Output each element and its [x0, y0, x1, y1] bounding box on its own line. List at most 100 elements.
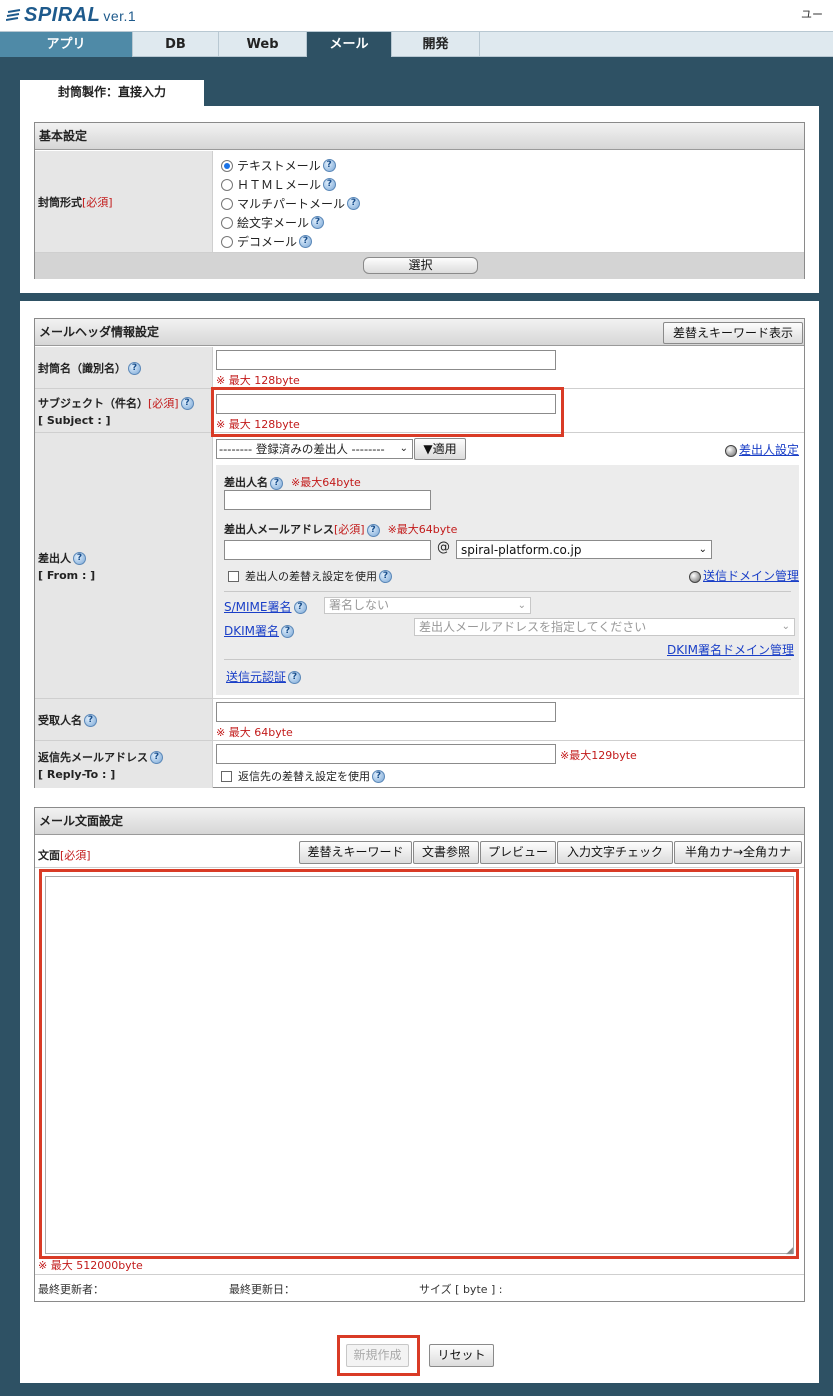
envelope-name-row: 封筒名（識別名）? ※ 最大 128byte: [35, 347, 804, 389]
help-icon[interactable]: ?: [128, 362, 141, 375]
recipient-input[interactable]: [216, 702, 556, 722]
kana-convert-button[interactable]: 半角カナ→全角カナ: [674, 841, 802, 864]
dkim-select[interactable]: 差出人メールアドレスを指定してください ⌄: [414, 618, 795, 636]
highlight-body: [39, 869, 799, 1259]
recipient-note: ※ 最大 64byte: [216, 726, 293, 739]
nav-tab-web[interactable]: Web: [219, 32, 307, 57]
format-option-deco[interactable]: デコメール?: [221, 233, 313, 250]
input-check-button[interactable]: 入力文字チェック: [557, 841, 673, 864]
checkbox-icon[interactable]: [228, 570, 239, 582]
from-label: 差出人? [ From : ]: [35, 433, 213, 698]
nav-tab-dev[interactable]: 開発: [392, 32, 480, 57]
help-icon[interactable]: ?: [150, 751, 163, 764]
smime-label: S/MIME署名?: [224, 598, 307, 615]
document-reference-button[interactable]: 文書参照: [413, 841, 479, 864]
recipient-label: 受取人名?: [35, 699, 213, 740]
radio-icon[interactable]: [221, 159, 233, 172]
highlight-subject: [211, 387, 564, 437]
sender-settings-link[interactable]: 差出人設定: [739, 443, 799, 457]
format-option-text[interactable]: テキストメール?: [221, 157, 336, 174]
sender-address-input[interactable]: [224, 540, 431, 560]
body-note: ※ 最大 512000byte: [38, 1259, 143, 1272]
radio-icon[interactable]: [221, 197, 233, 210]
help-icon[interactable]: ?: [73, 552, 86, 565]
spiral-logo[interactable]: SPIRAL ver.1: [6, 4, 136, 27]
help-icon[interactable]: ?: [311, 216, 325, 229]
chevron-down-icon: ⌄: [399, 443, 408, 454]
highlight-create: [337, 1335, 420, 1376]
reply-to-row: 返信先メールアドレス? [ Reply-To : ] ※最大129byte 返信…: [35, 741, 804, 788]
help-icon[interactable]: ?: [281, 625, 295, 638]
divider: [224, 591, 791, 592]
help-icon[interactable]: ?: [299, 235, 313, 248]
nav-tab-mail[interactable]: メール: [307, 32, 392, 57]
tab-envelope-direct[interactable]: 封筒製作：直接入力: [20, 80, 204, 107]
radio-icon[interactable]: [221, 216, 233, 229]
sender-name-label: 差出人名? ※最大64byte: [224, 476, 361, 490]
help-icon[interactable]: ?: [293, 601, 307, 614]
replace-keyword-button[interactable]: 差替えキーワード: [299, 841, 412, 864]
select-button[interactable]: 選択: [363, 257, 478, 274]
body-size: サイズ [ byte ] :: [419, 1283, 503, 1296]
format-option-emoji[interactable]: 絵文字メール?: [221, 214, 325, 231]
envelope-format-label: 封筒形式[必須]: [35, 151, 213, 252]
sender-name-input[interactable]: [224, 490, 431, 510]
checkbox-icon[interactable]: [221, 770, 232, 782]
send-domain-link[interactable]: 送信ドメイン管理: [703, 569, 799, 583]
envelope-name-label: 封筒名（識別名）?: [35, 347, 213, 388]
help-icon[interactable]: ?: [270, 476, 283, 490]
format-option-html[interactable]: ＨＴＭＬメール?: [221, 176, 337, 193]
help-icon[interactable]: ?: [180, 397, 194, 410]
help-icon[interactable]: ?: [379, 569, 392, 583]
reply-to-input[interactable]: [216, 744, 556, 764]
preview-button[interactable]: プレビュー: [480, 841, 556, 864]
sender-replace-checkbox[interactable]: 差出人の差替え設定を使用?: [228, 568, 392, 584]
reset-button[interactable]: リセット: [429, 1344, 494, 1367]
globe-icon: [725, 444, 737, 457]
registered-sender-select[interactable]: -------- 登録済みの差出人 -------- ⌄: [216, 439, 413, 459]
smime-select[interactable]: 署名しない ⌄: [324, 597, 531, 614]
dkim-label: DKIM署名?: [224, 622, 295, 639]
logo-text: SPIRAL: [24, 4, 101, 26]
reply-to-note: ※最大129byte: [560, 749, 637, 762]
dkim-domain-link[interactable]: DKIM署名ドメイン管理: [667, 641, 794, 658]
help-icon[interactable]: ?: [322, 159, 336, 172]
at-sign: @: [437, 540, 450, 555]
basic-settings-title: 基本設定: [35, 123, 804, 150]
reply-to-label: 返信先メールアドレス? [ Reply-To : ]: [35, 741, 213, 788]
help-icon[interactable]: ?: [84, 714, 97, 727]
help-icon[interactable]: ?: [288, 671, 302, 684]
help-icon[interactable]: ?: [366, 523, 380, 537]
user-menu[interactable]: ユー: [801, 6, 823, 22]
main-nav: アプリ DB Web メール 開発: [0, 31, 833, 57]
envelope-name-input[interactable]: [216, 350, 556, 370]
sender-settings[interactable]: 差出人設定: [725, 441, 799, 458]
help-icon[interactable]: ?: [323, 178, 337, 191]
help-icon[interactable]: ?: [372, 769, 385, 783]
radio-icon[interactable]: [221, 178, 233, 191]
radio-icon[interactable]: [221, 235, 233, 248]
envelope-format-row: 封筒形式[必須] テキストメール? ＨＴＭＬメール? マルチパートメール? 絵文…: [35, 151, 804, 253]
body-text-label: 文面[必須]: [38, 849, 91, 862]
reply-replace-checkbox[interactable]: 返信先の差替え設定を使用?: [221, 768, 385, 784]
main-panel: メールヘッダ情報設定 差替えキーワード表示 封筒名（識別名）? ※ 最大 128…: [20, 301, 819, 1383]
nav-tab-db[interactable]: DB: [133, 32, 219, 57]
basic-panel: 基本設定 封筒形式[必須] テキストメール? ＨＴＭＬメール? マルチパートメー…: [20, 106, 819, 293]
format-option-multipart[interactable]: マルチパートメール?: [221, 195, 361, 212]
divider: [224, 659, 791, 660]
basic-settings-section: 基本設定 封筒形式[必須] テキストメール? ＨＴＭＬメール? マルチパートメー…: [34, 122, 805, 279]
nav-tab-app[interactable]: アプリ: [0, 32, 133, 57]
spiral-logo-icon: [6, 9, 21, 21]
logo-version: ver.1: [103, 8, 137, 24]
help-icon[interactable]: ?: [347, 197, 361, 210]
keyword-display-button[interactable]: 差替えキーワード表示: [663, 322, 803, 344]
globe-icon: [689, 570, 701, 583]
mail-body-title: メール文面設定: [35, 808, 804, 835]
updated-at: 最終更新日：: [229, 1283, 295, 1296]
divider: [35, 867, 804, 868]
domain-select[interactable]: spiral-platform.co.jp ⌄: [456, 540, 712, 559]
send-domain[interactable]: 送信ドメイン管理: [689, 567, 799, 584]
chevron-down-icon: ⌄: [781, 621, 790, 632]
from-row: 差出人? [ From : ] -------- 登録済みの差出人 ------…: [35, 433, 804, 699]
apply-button[interactable]: ▼適用: [414, 438, 466, 460]
